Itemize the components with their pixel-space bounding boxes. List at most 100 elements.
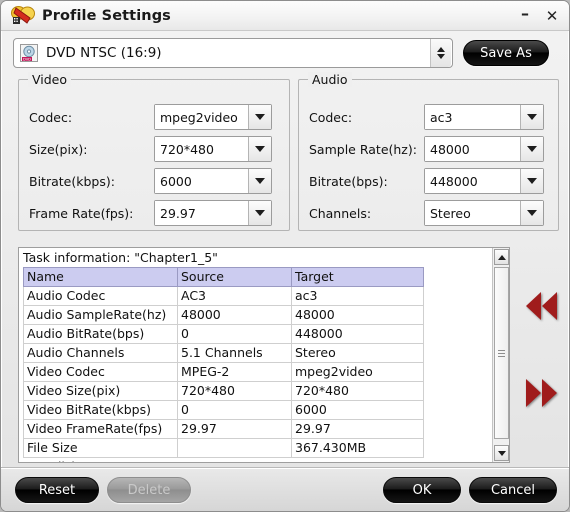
dvd-disc-icon: DVD	[20, 44, 38, 62]
cell-source: 0	[177, 324, 292, 344]
close-button[interactable]: ✕	[545, 8, 559, 24]
cell-name: Video FrameRate(fps)	[23, 419, 178, 439]
audio-codec-combobox[interactable]: ac3	[424, 104, 544, 130]
minimize-button[interactable]: –	[518, 6, 532, 22]
cell-name: Audio Channels	[23, 343, 178, 363]
cell-source: 5.1 Channels	[177, 343, 292, 363]
svg-text:DVD: DVD	[23, 57, 31, 61]
audio-bitrate-label: Bitrate(bps):	[309, 173, 388, 189]
video-codec-combobox[interactable]: mpeg2video	[154, 104, 272, 130]
free-disk-space-label: Free disk space:15.113GB	[23, 459, 186, 462]
cell-target: ac3	[291, 286, 424, 306]
table-row[interactable]: Video Codec MPEG-2 mpeg2video	[23, 362, 424, 382]
cell-name: File Size	[23, 438, 178, 458]
window-controls: – ✕	[518, 1, 559, 31]
video-codec-value: mpeg2video	[155, 105, 248, 129]
video-settings-group: Video Codec: mpeg2video Size(pix): 720*4…	[18, 72, 290, 231]
video-framerate-row: Frame Rate(fps): 29.97	[29, 200, 279, 226]
audio-bitrate-row: Bitrate(bps): 448000	[309, 168, 548, 194]
table-row[interactable]: Audio BitRate(bps) 0 448000	[23, 324, 424, 344]
spinner-up-arrow	[437, 47, 445, 52]
cell-name: Audio BitRate(bps)	[23, 324, 178, 344]
scroll-down-arrow-icon[interactable]	[494, 445, 509, 461]
up-down-spinner-icon[interactable]	[430, 39, 451, 67]
audio-channels-combobox[interactable]: Stereo	[424, 200, 544, 226]
column-header-name: Name	[23, 267, 178, 287]
table-row[interactable]: File Size 367.430MB	[23, 438, 424, 458]
scrollbar-thumb[interactable]	[494, 267, 509, 439]
cell-name: Video BitRate(kbps)	[23, 400, 178, 420]
audio-channels-row: Channels: Stereo	[309, 200, 548, 226]
chevron-down-icon[interactable]	[248, 137, 271, 161]
table-row[interactable]: Video Size(pix) 720*480 720*480	[23, 381, 424, 401]
video-bitrate-label: Bitrate(kbps):	[29, 173, 115, 189]
video-bitrate-row: Bitrate(kbps): 6000	[29, 168, 279, 194]
task-information-table: Name Source Target Audio Codec AC3 ac3 A…	[23, 267, 424, 458]
scroll-up-arrow-icon[interactable]	[494, 249, 509, 265]
profile-selected-value: DVD NTSC (16:9)	[46, 45, 162, 61]
film-reel-icon	[10, 4, 36, 28]
chevron-down-icon[interactable]	[248, 169, 271, 193]
chevron-down-icon[interactable]	[520, 105, 543, 129]
chevron-down-icon[interactable]	[248, 201, 271, 225]
video-size-row: Size(pix): 720*480	[29, 136, 279, 162]
video-framerate-combobox[interactable]: 29.97	[154, 200, 272, 226]
video-framerate-label: Frame Rate(fps):	[29, 205, 134, 221]
grip-lines-icon	[498, 348, 505, 359]
table-row[interactable]: Audio Channels 5.1 Channels Stereo	[23, 343, 424, 363]
delete-button: Delete	[107, 477, 191, 503]
chevron-down-icon[interactable]	[520, 137, 543, 161]
cell-source: 720*480	[177, 381, 292, 401]
audio-samplerate-combobox[interactable]: 48000	[424, 136, 544, 162]
table-row[interactable]: Audio SampleRate(hz) 48000 48000	[23, 305, 424, 325]
chevron-down-icon[interactable]	[520, 169, 543, 193]
cell-name: Audio SampleRate(hz)	[23, 305, 178, 325]
ok-button[interactable]: OK	[383, 477, 461, 503]
column-header-target: Target	[291, 267, 424, 287]
cell-name: Audio Codec	[23, 286, 178, 306]
audio-bitrate-combobox[interactable]: 448000	[424, 168, 544, 194]
profile-selector-row: DVD DVD NTSC (16:9) Save As	[13, 37, 559, 69]
profile-settings-window: Profile Settings – ✕ DVD DVD NTSC (16:9)	[0, 0, 570, 512]
audio-samplerate-value: 48000	[425, 137, 520, 161]
video-group-title: Video	[28, 72, 72, 87]
table-header-row: Name Source Target	[23, 267, 424, 287]
double-arrow-right-icon[interactable]	[520, 378, 562, 408]
save-as-button[interactable]: Save As	[463, 40, 549, 66]
video-size-combobox[interactable]: 720*480	[154, 136, 272, 162]
cell-target: 720*480	[291, 381, 424, 401]
cell-source: 48000	[177, 305, 292, 325]
table-row[interactable]: Video BitRate(kbps) 0 6000	[23, 400, 424, 420]
audio-settings-group: Audio Codec: ac3 Sample Rate(hz): 48000 …	[298, 72, 559, 231]
video-bitrate-combobox[interactable]: 6000	[154, 168, 272, 194]
task-information-title: Task information: "Chapter1_5"	[23, 250, 218, 265]
table-row[interactable]: Video FrameRate(fps) 29.97 29.97	[23, 419, 424, 439]
cancel-button[interactable]: Cancel	[469, 477, 557, 503]
reset-button[interactable]: Reset	[15, 477, 99, 503]
cell-source: MPEG-2	[177, 362, 292, 382]
window-title: Profile Settings	[42, 7, 171, 24]
task-panel-scrollbar[interactable]	[492, 248, 509, 462]
cell-target: 29.97	[291, 419, 424, 439]
cell-source: 0	[177, 400, 292, 420]
chevron-down-icon[interactable]	[248, 105, 271, 129]
chevron-down-icon[interactable]	[520, 201, 543, 225]
video-codec-label: Codec:	[29, 109, 73, 125]
audio-bitrate-value: 448000	[425, 169, 520, 193]
audio-group-title: Audio	[308, 72, 352, 87]
cell-name: Video Size(pix)	[23, 381, 178, 401]
cell-source: AC3	[177, 286, 292, 306]
audio-codec-label: Codec:	[309, 109, 353, 125]
profile-combobox[interactable]: DVD DVD NTSC (16:9)	[13, 38, 453, 68]
video-size-value: 720*480	[155, 137, 248, 161]
double-arrow-left-icon[interactable]	[520, 291, 562, 321]
table-row[interactable]: Audio Codec AC3 ac3	[23, 286, 424, 306]
video-framerate-value: 29.97	[155, 201, 248, 225]
cell-target: Stereo	[291, 343, 424, 363]
audio-channels-value: Stereo	[425, 201, 520, 225]
audio-samplerate-label: Sample Rate(hz):	[309, 141, 417, 157]
audio-channels-label: Channels:	[309, 205, 372, 221]
cell-target: 448000	[291, 324, 424, 344]
arrow-left-1	[525, 292, 541, 320]
video-bitrate-value: 6000	[155, 169, 248, 193]
